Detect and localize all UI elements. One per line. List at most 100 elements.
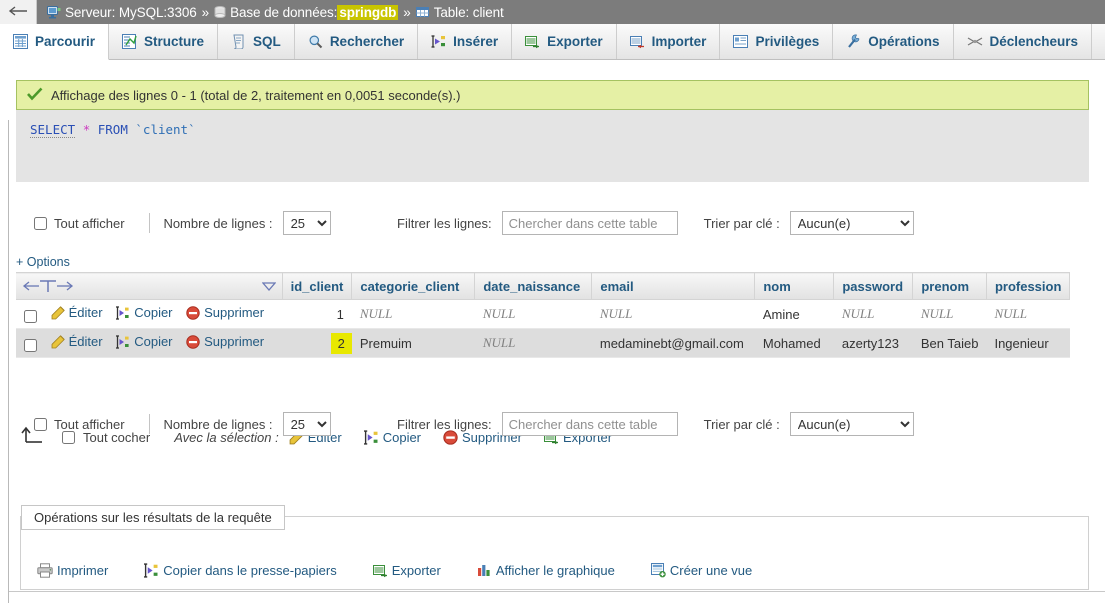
row-copy-button[interactable]: Copier (116, 334, 173, 349)
table-icon (415, 6, 430, 19)
tab-label: Privilèges (755, 34, 820, 49)
row-edit-button[interactable]: Éditer (51, 305, 103, 320)
row-delete-button[interactable]: Supprimer (186, 305, 264, 320)
tab-label: Parcourir (35, 34, 96, 49)
display-chart-label: Afficher le graphique (495, 563, 615, 578)
tab-label: Opérations (868, 34, 940, 49)
cell-nom: Mohamed (754, 328, 834, 358)
tab-privileges[interactable]: Privilèges (720, 24, 834, 59)
row-select-checkbox[interactable] (24, 338, 37, 352)
export-button[interactable]: Exporter (372, 563, 441, 578)
phpmyadmin-page: Serveur: MySQL:3306 » Base de données: s… (0, 0, 1105, 603)
tab-label: Rechercher (329, 34, 405, 49)
filter-rows-input-bottom[interactable] (501, 412, 678, 436)
create-view-label: Créer une vue (669, 563, 753, 578)
sql-icon (231, 34, 246, 49)
success-check-icon (27, 87, 43, 104)
export-icon (525, 34, 540, 49)
row-edit-button[interactable]: Éditer (51, 334, 103, 349)
tab-parcourir[interactable]: Parcourir (0, 24, 110, 60)
table-row[interactable]: Éditer Copier (16, 328, 1070, 358)
print-icon (37, 563, 53, 578)
column-header-categorie_client[interactable]: categorie_client (351, 272, 476, 300)
rows-count-select-bottom[interactable]: 25 (282, 412, 331, 436)
insert-icon (431, 34, 446, 49)
breadcrumb-database[interactable]: Base de données: springdb (214, 4, 399, 20)
server-icon (47, 5, 61, 19)
import-icon (629, 34, 645, 49)
copy-clipboard-button[interactable]: Copier dans le presse-papiers (144, 563, 337, 578)
column-header-email[interactable]: email (591, 272, 756, 300)
query-operations-actions: Imprimer Copier dans le presse-papiers E… (37, 563, 762, 578)
back-button[interactable] (0, 0, 37, 24)
tab-rechercher[interactable]: Rechercher (294, 24, 419, 59)
breadcrumb-database-prefix: Base de données: (230, 4, 338, 20)
tab-importer[interactable]: Importer (616, 24, 721, 59)
column-header-profession[interactable]: profession (985, 272, 1071, 300)
column-header-id_client[interactable]: id_client (281, 272, 353, 300)
cell-prenom: NULL (912, 299, 987, 329)
row-select-checkbox[interactable] (24, 309, 37, 323)
tab-declencheurs[interactable]: Déclencheurs (953, 24, 1093, 59)
sort-control-header[interactable] (16, 272, 283, 300)
breadcrumb-database-name: springdb (337, 4, 399, 20)
breadcrumb: Serveur: MySQL:3306 » Base de données: s… (37, 4, 504, 20)
options-toggle-link[interactable]: + Options (16, 255, 70, 269)
back-arrow-icon (8, 6, 27, 16)
tab-inserer[interactable]: Insérer (418, 24, 513, 59)
toolbar-divider (148, 213, 150, 233)
show-all-checkbox-bottom[interactable] (34, 417, 47, 431)
delete-icon (186, 306, 200, 320)
results-header-row: id_client categorie_client date_naissanc… (16, 272, 1071, 300)
column-header-prenom[interactable]: prenom (912, 272, 987, 300)
cell-id_client: 1 (282, 299, 352, 329)
rows-count-label: Nombre de lignes : (163, 416, 273, 432)
clipboard-icon (144, 563, 158, 578)
browse-icon (13, 34, 28, 49)
print-button[interactable]: Imprimer (37, 563, 108, 578)
sort-by-key-label: Trier par clé : (703, 416, 780, 432)
cell-email: NULL (591, 299, 755, 329)
sort-by-key-select-bottom[interactable]: Aucun(e) (789, 412, 914, 436)
table-row[interactable]: Éditer Copier (16, 299, 1070, 329)
tab-label: Insérer (453, 34, 499, 49)
query-operations-panel: Opérations sur les résultats de la requê… (20, 505, 1089, 590)
tab-structure[interactable]: Structure (109, 24, 219, 59)
tab-operations[interactable]: Opérations (833, 24, 954, 59)
row-delete-button[interactable]: Supprimer (186, 334, 264, 349)
breadcrumb-table[interactable]: Table: client (415, 5, 504, 20)
tab-exporter[interactable]: Exporter (512, 24, 617, 59)
display-chart-button[interactable]: Afficher le graphique (477, 563, 615, 578)
cell-categorie_client: NULL (351, 299, 475, 329)
sort-by-key-select-top[interactable]: Aucun(e) (789, 211, 914, 235)
filter-rows-input-top[interactable] (501, 211, 678, 235)
structure-icon (122, 34, 137, 49)
tab-sql[interactable]: SQL (218, 24, 295, 59)
sql-keyword-select: SELECT (30, 122, 76, 138)
rows-count-select-top[interactable]: 25 (282, 211, 331, 235)
row-delete-label: Supprimer (204, 305, 265, 321)
column-header-nom[interactable]: nom (754, 272, 835, 300)
database-icon (214, 5, 226, 19)
results-table: id_client categorie_client date_naissanc… (16, 272, 1071, 358)
export-icon (372, 565, 387, 578)
main-tab-bar: Parcourir Structure SQL Rechercher Insér… (0, 24, 1105, 60)
sql-query-box[interactable]: SELECT * FROM `client` (16, 110, 1089, 182)
breadcrumb-server-label: Serveur: MySQL:3306 (65, 4, 197, 20)
breadcrumb-server[interactable]: Serveur: MySQL:3306 (47, 5, 197, 20)
row-copy-button[interactable]: Copier (116, 305, 173, 321)
show-all-checkbox-top[interactable] (34, 216, 47, 230)
breadcrumb-bar: Serveur: MySQL:3306 » Base de données: s… (0, 0, 1105, 24)
column-menu-icon[interactable] (261, 279, 277, 294)
copy-clipboard-label: Copier dans le presse-papiers (163, 563, 337, 578)
cell-profession: Ingenieur (986, 328, 1070, 358)
search-icon (308, 34, 323, 49)
copy-icon (116, 306, 129, 320)
row-copy-label: Copier (134, 305, 173, 321)
sql-star: * (82, 122, 91, 137)
create-view-button[interactable]: Créer une vue (650, 563, 753, 578)
tab-label: Importer (651, 34, 707, 49)
column-header-date_naissance[interactable]: date_naissance (474, 272, 593, 300)
cell-prenom: Ben Taieb (912, 328, 987, 358)
column-header-password[interactable]: password (833, 272, 914, 300)
